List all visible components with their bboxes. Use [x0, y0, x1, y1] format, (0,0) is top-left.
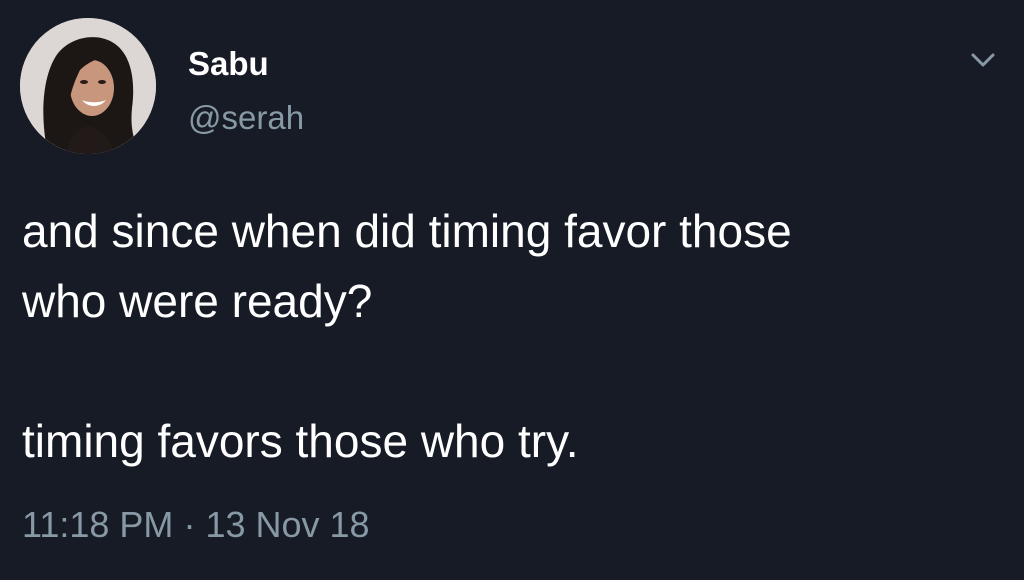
timestamp-separator: · — [183, 504, 196, 545]
tweet-line: and since when did timing favor those — [22, 205, 792, 257]
avatar[interactable] — [20, 18, 156, 154]
paragraph-break — [22, 336, 1012, 406]
author-display-name[interactable]: Sabu — [188, 44, 269, 84]
tweet-time: 11:18 PM — [22, 504, 174, 545]
chevron-down-icon[interactable] — [966, 46, 1000, 74]
author-handle[interactable]: @serah — [188, 98, 304, 138]
tweet-line: timing favors those who try. — [22, 415, 579, 467]
avatar-photo — [20, 18, 156, 154]
tweet-date: 13 Nov 18 — [205, 504, 370, 545]
tweet-text: and since when did timing favor those wh… — [22, 196, 1012, 476]
tweet-timestamp[interactable]: 11:18 PM · 13 Nov 18 — [22, 503, 370, 547]
tweet-line: who were ready? — [22, 275, 373, 327]
tweet-card: Sabu @serah and since when did timing fa… — [0, 0, 1024, 580]
